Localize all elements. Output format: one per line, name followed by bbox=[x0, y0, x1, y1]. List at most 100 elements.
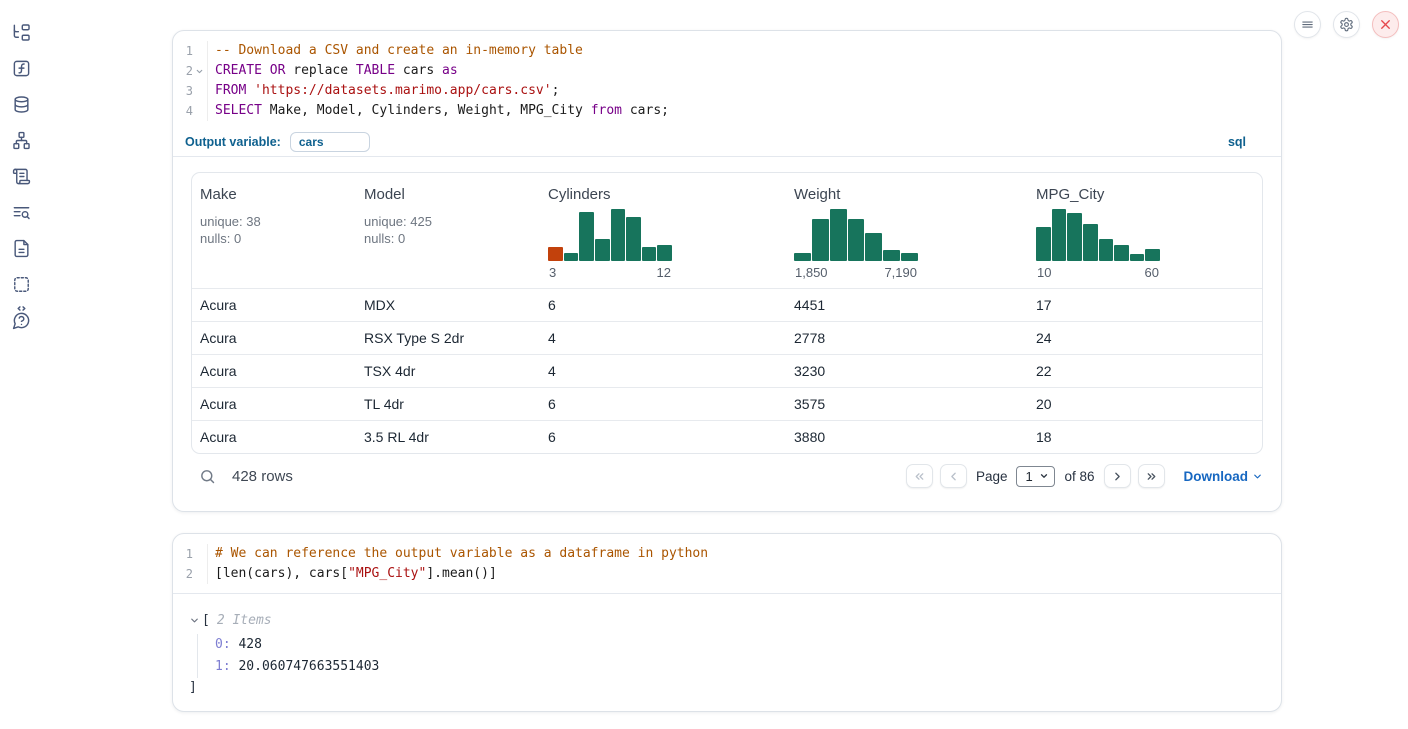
histogram-bar[interactable] bbox=[1114, 245, 1129, 261]
table-cell: 6 bbox=[540, 297, 786, 313]
tree-header: [ 2 Items bbox=[189, 611, 1265, 629]
histogram-bar[interactable] bbox=[626, 217, 641, 261]
page-select-value: 1 bbox=[1025, 469, 1032, 484]
histogram-axis-labels: 1060 bbox=[1036, 265, 1160, 280]
close-button[interactable] bbox=[1372, 11, 1399, 38]
fold-spacer bbox=[193, 45, 205, 57]
page-label: Page bbox=[976, 469, 1008, 484]
column-title: Cylinders bbox=[548, 186, 778, 203]
column-histogram[interactable]: 312 bbox=[548, 209, 672, 280]
table-row[interactable]: AcuraTSX 4dr4323022 bbox=[192, 354, 1262, 387]
histogram-bar[interactable] bbox=[642, 247, 657, 261]
histogram-bar[interactable] bbox=[794, 253, 811, 261]
search-icon[interactable] bbox=[199, 468, 216, 485]
column-stats: unique: 425nulls: 0 bbox=[364, 213, 532, 247]
histogram-bar[interactable] bbox=[830, 209, 847, 261]
scratchpad-icon[interactable] bbox=[12, 167, 31, 186]
first-page-button[interactable] bbox=[906, 464, 933, 488]
column-header-mpg_city[interactable]: MPG_City1060 bbox=[1028, 173, 1262, 288]
histogram-bar[interactable] bbox=[1145, 249, 1160, 261]
tree-item-count: 2 Items bbox=[217, 613, 272, 628]
help-icon[interactable] bbox=[12, 311, 31, 330]
table-cell: MDX bbox=[356, 297, 540, 313]
column-histogram[interactable]: 1,8507,190 bbox=[794, 209, 918, 280]
sql-editor-bar: Output variable: sql bbox=[173, 128, 1281, 157]
table-cell: 20 bbox=[1028, 396, 1262, 412]
data-table: Makeunique: 38nulls: 0Modelunique: 425nu… bbox=[191, 172, 1263, 454]
code-line[interactable]: 1-- Download a CSV and create an in-memo… bbox=[173, 41, 1281, 61]
table-cell: 4 bbox=[540, 363, 786, 379]
histogram-bar[interactable] bbox=[865, 233, 882, 261]
logs-icon[interactable] bbox=[12, 203, 31, 222]
dependencies-icon[interactable] bbox=[12, 131, 31, 150]
histogram-bar[interactable] bbox=[595, 239, 610, 261]
column-header-model[interactable]: Modelunique: 425nulls: 0 bbox=[356, 173, 540, 288]
table-cell: 2778 bbox=[786, 330, 1028, 346]
histogram-bar[interactable] bbox=[657, 245, 672, 261]
fold-chevron-icon[interactable] bbox=[193, 65, 205, 77]
table-row[interactable]: AcuraTL 4dr6357520 bbox=[192, 387, 1262, 420]
datasources-icon[interactable] bbox=[12, 95, 31, 114]
menu-button[interactable] bbox=[1294, 11, 1321, 38]
code-line[interactable]: 3FROM 'https://datasets.marimo.app/cars.… bbox=[173, 81, 1281, 101]
python-cell: 1# We can reference the output variable … bbox=[172, 533, 1282, 712]
histogram-bar[interactable] bbox=[1130, 254, 1145, 261]
histogram-bar[interactable] bbox=[1067, 213, 1082, 261]
histogram-bar[interactable] bbox=[1036, 227, 1051, 261]
table-cell: 17 bbox=[1028, 297, 1262, 313]
histogram-axis-labels: 312 bbox=[548, 265, 672, 280]
histogram-bar[interactable] bbox=[883, 250, 900, 261]
python-code-editor[interactable]: 1# We can reference the output variable … bbox=[173, 534, 1281, 594]
column-title: Weight bbox=[794, 186, 1020, 203]
table-row[interactable]: AcuraMDX6445117 bbox=[192, 288, 1262, 321]
histogram-bar[interactable] bbox=[848, 219, 865, 261]
language-badge[interactable]: sql bbox=[1228, 135, 1246, 149]
table-row[interactable]: Acura3.5 RL 4dr6388018 bbox=[192, 420, 1262, 453]
table-cell: 24 bbox=[1028, 330, 1262, 346]
histogram-bar[interactable] bbox=[611, 209, 626, 261]
histogram-bar[interactable] bbox=[1052, 209, 1067, 261]
column-header-weight[interactable]: Weight 1,8507,190 bbox=[786, 173, 1028, 288]
fold-spacer bbox=[193, 568, 205, 580]
table-body: AcuraMDX6445117AcuraRSX Type S 2dr427782… bbox=[192, 288, 1262, 453]
page-select[interactable]: 1 bbox=[1016, 466, 1055, 487]
next-page-button[interactable] bbox=[1104, 464, 1131, 488]
histogram-bar[interactable] bbox=[812, 219, 829, 261]
column-header-make[interactable]: Makeunique: 38nulls: 0 bbox=[192, 173, 356, 288]
table-cell: 3880 bbox=[786, 429, 1028, 445]
code-line[interactable]: 4SELECT Make, Model, Cylinders, Weight, … bbox=[173, 101, 1281, 121]
sidebar bbox=[0, 0, 42, 729]
tree-item[interactable]: 1: 20.060747663551403 bbox=[215, 656, 1265, 678]
sql-output-area: Makeunique: 38nulls: 0Modelunique: 425nu… bbox=[173, 157, 1281, 498]
column-histogram[interactable]: 1060 bbox=[1036, 209, 1160, 280]
settings-button[interactable] bbox=[1333, 11, 1360, 38]
histogram-bar[interactable] bbox=[1083, 224, 1098, 261]
last-page-button[interactable] bbox=[1138, 464, 1165, 488]
histogram-bar[interactable] bbox=[1099, 239, 1114, 261]
snippets-icon[interactable] bbox=[12, 275, 31, 294]
line-number-gutter: 1 bbox=[173, 41, 208, 61]
download-button[interactable]: Download bbox=[1184, 469, 1264, 484]
output-variable-input[interactable] bbox=[290, 132, 370, 152]
file-tree-icon[interactable] bbox=[12, 23, 31, 42]
collapse-chevron-icon[interactable] bbox=[189, 615, 200, 626]
table-row[interactable]: AcuraRSX Type S 2dr4277824 bbox=[192, 321, 1262, 354]
code-line[interactable]: 1# We can reference the output variable … bbox=[173, 544, 1281, 564]
functions-icon[interactable] bbox=[12, 59, 31, 78]
table-cell: Acura bbox=[192, 363, 356, 379]
prev-page-button[interactable] bbox=[940, 464, 967, 488]
code-line[interactable]: 2CREATE OR replace TABLE cars as bbox=[173, 61, 1281, 81]
tree-item[interactable]: 0: 428 bbox=[215, 634, 1265, 656]
tree-items: 0: 4281: 20.060747663551403 bbox=[197, 634, 1265, 678]
sql-code-editor[interactable]: 1-- Download a CSV and create an in-memo… bbox=[173, 31, 1281, 128]
histogram-bar[interactable] bbox=[579, 212, 594, 261]
table-cell: 4 bbox=[540, 330, 786, 346]
code-line[interactable]: 2[len(cars), cars["MPG_City"].mean()] bbox=[173, 564, 1281, 584]
documentation-icon[interactable] bbox=[12, 239, 31, 258]
histogram-bar[interactable] bbox=[564, 253, 579, 261]
python-output: [ 2 Items 0: 4281: 20.060747663551403 ] bbox=[173, 594, 1281, 697]
histogram-bar[interactable] bbox=[901, 253, 918, 261]
column-header-cylinders[interactable]: Cylinders 312 bbox=[540, 173, 786, 288]
table-cell: Acura bbox=[192, 297, 356, 313]
histogram-bar[interactable] bbox=[548, 247, 563, 261]
